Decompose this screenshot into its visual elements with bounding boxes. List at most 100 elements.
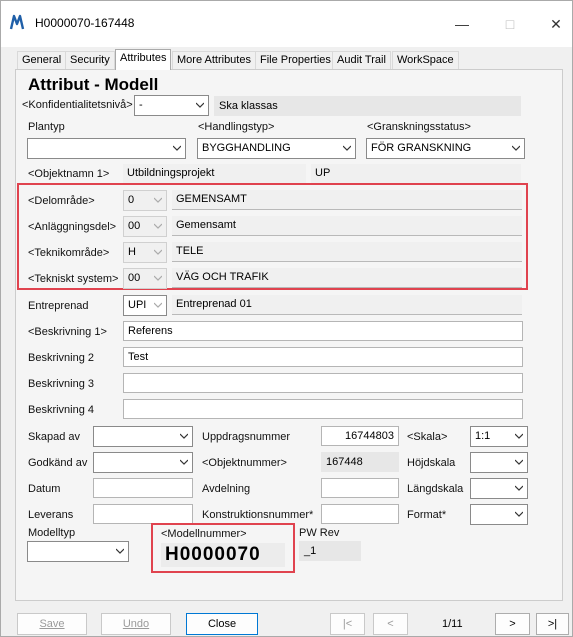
chevron-down-icon <box>154 302 162 308</box>
konstruktionsnummer-label: Konstruktionsnummer* <box>202 509 314 521</box>
prev-page-button[interactable]: < <box>373 613 408 635</box>
entreprenad-text: Entreprenad 01 <box>172 295 522 315</box>
last-page-button[interactable]: >| <box>536 613 569 635</box>
objektnummer-value: 167448 <box>321 452 399 472</box>
konfidentialitet-label: <Konfidentialitetsnivå> <box>22 99 133 111</box>
close-label: Close <box>207 618 237 630</box>
leverans-input[interactable] <box>93 504 193 524</box>
modelltyp-select[interactable] <box>27 541 129 562</box>
tab-audit-trail[interactable]: Audit Trail <box>332 51 391 69</box>
avdelning-input[interactable] <box>321 478 399 498</box>
entreprenad-code: UPI <box>128 299 147 311</box>
handlingstyp-label: <Handlingstyp> <box>198 121 275 133</box>
format-label: Format* <box>407 509 447 521</box>
anlaggningsdel-code: 00 <box>128 220 141 232</box>
chevron-down-icon <box>512 145 520 151</box>
skapad-av-label: Skapad av <box>28 431 80 443</box>
skala-select[interactable]: 1:1 <box>470 426 528 447</box>
tab-workspace[interactable]: WorkSpace <box>392 51 459 69</box>
save-label: Save <box>39 618 65 630</box>
teknikomrade-code: H <box>128 246 136 258</box>
entreprenad-select[interactable]: UPI <box>123 295 167 316</box>
handlingstyp-select[interactable]: BYGGHANDLING <box>197 138 356 159</box>
objektnamn-code: UP <box>311 164 521 184</box>
chevron-down-icon <box>180 433 188 439</box>
handlingstyp-value: BYGGHANDLING <box>202 142 291 154</box>
tab-attributes[interactable]: Attributes <box>115 49 172 70</box>
anlaggningsdel-select[interactable]: 00 <box>123 216 167 237</box>
teknikomrade-label: <Teknikområde> <box>28 247 110 259</box>
granskningsstatus-label: <Granskningsstatus> <box>367 121 471 133</box>
teknikomrade-select[interactable]: H <box>123 242 167 263</box>
beskrivning3-input[interactable] <box>123 373 523 393</box>
pw-rev-label: PW Rev <box>299 527 340 539</box>
anlaggningsdel-label: <Anläggningsdel> <box>28 221 117 233</box>
langdskala-label: Längdskala <box>407 483 464 495</box>
beskrivning2-label: Beskrivning 2 <box>28 352 95 364</box>
objektnamn-label: <Objektnamn 1> <box>28 168 110 180</box>
close-button[interactable]: Close <box>186 613 258 635</box>
konfidentialitet-value: - <box>139 99 143 111</box>
beskrivning2-input[interactable]: Test <box>123 347 523 367</box>
tab-more-attributes[interactable]: More Attributes <box>172 51 256 69</box>
chevron-down-icon <box>515 485 523 491</box>
beskrivning4-label: Beskrivning 4 <box>28 404 95 416</box>
chevron-down-icon <box>116 548 124 554</box>
modellnummer-value: H0000070 <box>161 543 285 567</box>
title-bar: H0000070-167448 — □ ✕ <box>1 1 572 47</box>
next-page-button[interactable]: > <box>495 613 530 635</box>
avdelning-label: Avdelning <box>202 483 251 495</box>
delomrade-select[interactable]: 0 <box>123 190 167 211</box>
window-title: H0000070-167448 <box>35 16 135 30</box>
objektnamn-value: Utbildningsprojekt <box>123 164 306 184</box>
first-page-button[interactable]: |< <box>330 613 365 635</box>
uppdragsnummer-input[interactable]: 16744803 <box>321 426 399 446</box>
save-button[interactable]: Save <box>17 613 87 635</box>
format-select[interactable] <box>470 504 528 525</box>
konfidentialitet-text: Ska klassas <box>214 96 521 116</box>
page-title: Attribut - Modell <box>28 75 159 94</box>
konstruktionsnummer-input[interactable] <box>321 504 399 524</box>
chevron-down-icon <box>180 459 188 465</box>
chevron-down-icon <box>196 102 204 108</box>
delomrade-text: GEMENSAMT <box>172 190 522 210</box>
attributes-dialog: H0000070-167448 — □ ✕ General Security A… <box>0 0 573 637</box>
langdskala-select[interactable] <box>470 478 528 499</box>
chevron-down-icon <box>515 459 523 465</box>
tekniskt-system-code: 00 <box>128 272 141 284</box>
minimize-icon[interactable]: — <box>447 11 477 37</box>
beskrivning1-input[interactable]: Referens <box>123 321 523 341</box>
page-indicator: 1/11 <box>442 618 463 630</box>
skapad-av-select[interactable] <box>93 426 193 447</box>
tab-security[interactable]: Security <box>65 51 115 69</box>
skala-value: 1:1 <box>475 430 491 442</box>
maximize-icon[interactable]: □ <box>495 11 525 37</box>
tekniskt-system-text: VÄG OCH TRAFIK <box>172 268 522 288</box>
modelltyp-label: Modelltyp <box>28 527 76 539</box>
plantyp-select[interactable] <box>27 138 186 159</box>
close-icon[interactable]: ✕ <box>541 11 571 37</box>
tekniskt-system-label: <Tekniskt system> <box>28 273 119 285</box>
beskrivning1-label: <Beskrivning 1> <box>28 326 107 338</box>
hojdskala-select[interactable] <box>470 452 528 473</box>
tekniskt-system-select[interactable]: 00 <box>123 268 167 289</box>
beskrivning4-input[interactable] <box>123 399 523 419</box>
chevron-down-icon <box>154 197 162 203</box>
delomrade-code: 0 <box>128 194 135 206</box>
uppdragsnummer-label: Uppdragsnummer <box>202 431 291 443</box>
chevron-down-icon <box>154 249 162 255</box>
chevron-down-icon <box>343 145 351 151</box>
godkand-av-select[interactable] <box>93 452 193 473</box>
delomrade-label: <Delområde> <box>28 195 95 207</box>
tab-file-properties[interactable]: File Properties <box>255 51 336 69</box>
leverans-label: Leverans <box>28 509 74 521</box>
plantyp-label: Plantyp <box>28 121 65 133</box>
tab-general[interactable]: General <box>17 51 67 69</box>
datum-label: Datum <box>28 483 61 495</box>
undo-button[interactable]: Undo <box>101 613 171 635</box>
konfidentialitet-select[interactable]: - <box>134 95 209 116</box>
datum-input[interactable] <box>93 478 193 498</box>
granskningsstatus-select[interactable]: FÖR GRANSKNING <box>366 138 525 159</box>
entreprenad-label: Entreprenad <box>28 300 89 312</box>
chevron-down-icon <box>515 433 523 439</box>
